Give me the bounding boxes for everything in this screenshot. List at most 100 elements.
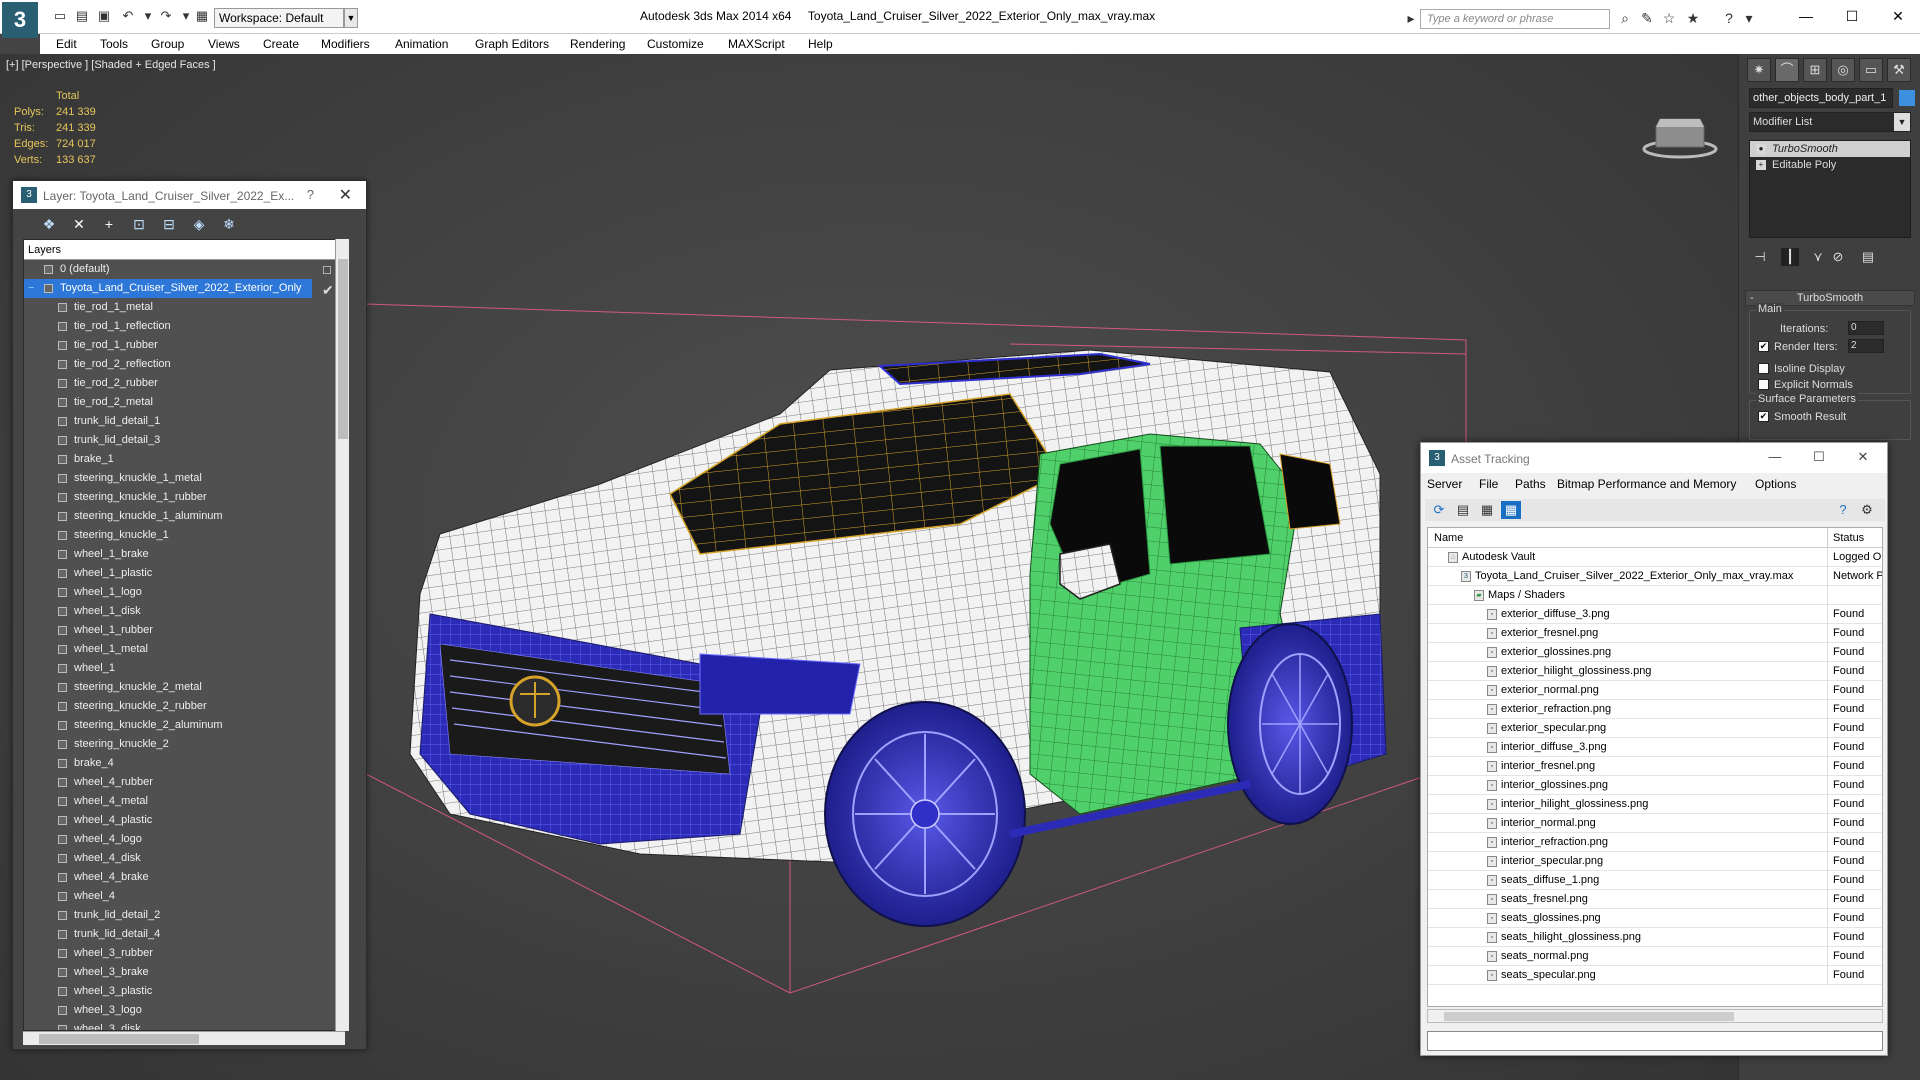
layer-row-default[interactable]: 0 (default) ☐	[24, 260, 334, 279]
make-unique-icon[interactable]: ⋎	[1809, 248, 1827, 266]
layer-horizontal-scrollbar[interactable]	[23, 1031, 345, 1045]
project-folder-icon[interactable]: ▦	[194, 8, 210, 24]
layer-vertical-scrollbar[interactable]	[335, 239, 349, 1031]
minimize-button[interactable]: —	[1765, 449, 1785, 464]
menu-animation[interactable]: Animation	[395, 37, 448, 51]
layer-row[interactable]: tie_rod_2_rubber	[24, 374, 334, 393]
hide-all-layers-icon[interactable]: ◈	[189, 215, 209, 233]
scroll-thumb[interactable]	[39, 1034, 199, 1044]
select-objects-icon[interactable]: ⊡	[129, 215, 149, 233]
minimize-button[interactable]: —	[1786, 4, 1826, 28]
layer-row[interactable]: steering_knuckle_1	[24, 526, 334, 545]
menu-maxscript[interactable]: MAXScript	[728, 37, 785, 51]
lightbulb-icon[interactable]: ●	[1756, 144, 1766, 154]
viewport-label[interactable]: [+] [Perspective ] [Shaded + Edged Faces…	[6, 59, 216, 71]
layer-row[interactable]: wheel_4_logo	[24, 830, 334, 849]
layer-row[interactable]: wheel_3_disk	[24, 1020, 334, 1030]
motion-tab-icon[interactable]: ◎	[1831, 58, 1855, 82]
layer-row[interactable]: tie_rod_2_metal	[24, 393, 334, 412]
expand-plus-icon[interactable]: +	[1756, 160, 1766, 170]
redo-icon[interactable]: ↷	[158, 8, 174, 24]
scroll-thumb[interactable]	[1444, 1012, 1734, 1021]
menu-server[interactable]: Server	[1427, 477, 1462, 491]
layer-row[interactable]: wheel_1_logo	[24, 583, 334, 602]
stack-item-editable-poly[interactable]: + Editable Poly	[1750, 157, 1910, 173]
layer-list[interactable]: Layers 0 (default) ☐ − Toyota_Land_Cruis…	[23, 239, 345, 1031]
close-icon[interactable]: ✕	[339, 185, 352, 205]
hierarchy-tab-icon[interactable]: ⊞	[1803, 58, 1827, 82]
layer-row-selected[interactable]: − Toyota_Land_Cruiser_Silver_2022_Exteri…	[24, 279, 312, 298]
workspace-dropdown[interactable]: Workspace: Default	[214, 8, 344, 28]
current-layer-box[interactable]: ☐	[322, 262, 332, 281]
remove-modifier-icon[interactable]: ⊘	[1829, 248, 1847, 266]
layer-row[interactable]: wheel_3_rubber	[24, 944, 334, 963]
layer-row[interactable]: wheel_1_metal	[24, 640, 334, 659]
vault-options-icon[interactable]: ⚙	[1857, 501, 1877, 519]
layer-row[interactable]: steering_knuckle_2_aluminum	[24, 716, 334, 735]
asset-row[interactable]: ▫ interior_normal.png Found	[1428, 814, 1882, 833]
delete-layer-icon[interactable]: ✕	[69, 215, 89, 233]
object-color-swatch[interactable]	[1899, 90, 1915, 106]
layers-column-header[interactable]: Layers	[24, 240, 344, 260]
menu-edit[interactable]: Edit	[56, 37, 77, 51]
asset-row[interactable]: ▫ exterior_hilight_glossiness.png Found	[1428, 662, 1882, 681]
render-iters-spinner[interactable]: 2	[1848, 339, 1884, 353]
layer-row[interactable]: trunk_lid_detail_2	[24, 906, 334, 925]
thumbnail-view-icon[interactable]: ▦	[1477, 501, 1497, 519]
render-iters-checkbox[interactable]: ✔	[1758, 341, 1769, 352]
layer-row[interactable]: wheel_4_rubber	[24, 773, 334, 792]
iterations-spinner[interactable]: 0	[1848, 321, 1884, 335]
collapse-icon[interactable]: −	[28, 279, 34, 298]
undo-dropdown-icon[interactable]: ▾	[140, 8, 156, 24]
stack-item-turbosmooth[interactable]: ● TurboSmooth	[1750, 141, 1910, 157]
asset-row[interactable]: ▫ exterior_normal.png Found	[1428, 681, 1882, 700]
asset-row[interactable]: ▫ exterior_refraction.png Found	[1428, 700, 1882, 719]
asset-row[interactable]: ▫ seats_hilight_glossiness.png Found	[1428, 928, 1882, 947]
utilities-tab-icon[interactable]: ⚒	[1887, 58, 1911, 82]
highlight-layer-icon[interactable]: ⊟	[159, 215, 179, 233]
create-tab-icon[interactable]: ✷	[1747, 58, 1771, 82]
layer-row[interactable]: steering_knuckle_2	[24, 735, 334, 754]
expand-arrow-icon[interactable]: ▸	[1402, 9, 1420, 27]
asset-row[interactable]: ▫ exterior_fresnel.png Found	[1428, 624, 1882, 643]
favorites-icon[interactable]: ☆	[1660, 9, 1678, 27]
configure-sets-icon[interactable]: ▤	[1859, 248, 1877, 266]
layer-row[interactable]: tie_rod_1_rubber	[24, 336, 334, 355]
smooth-result-checkbox[interactable]: ✔	[1758, 411, 1769, 422]
list-view-icon[interactable]: ▤	[1453, 501, 1473, 519]
close-button[interactable]: ✕	[1853, 449, 1873, 465]
menu-views[interactable]: Views	[208, 37, 240, 51]
menu-customize[interactable]: Customize	[647, 37, 704, 51]
layer-row[interactable]: wheel_1_disk	[24, 602, 334, 621]
asset-row[interactable]: ▫ interior_diffuse_3.png Found	[1428, 738, 1882, 757]
menu-bitmap-performance[interactable]: Bitmap Performance and Memory	[1557, 477, 1736, 491]
layer-row[interactable]: wheel_1	[24, 659, 334, 678]
layer-row[interactable]: brake_1	[24, 450, 334, 469]
freeze-all-layers-icon[interactable]: ❄	[219, 215, 239, 233]
asset-row[interactable]: ▫ seats_normal.png Found	[1428, 947, 1882, 966]
undo-icon[interactable]: ↶	[120, 8, 136, 24]
asset-row[interactable]: ▫ seats_diffuse_1.png Found	[1428, 871, 1882, 890]
asset-horizontal-scrollbar[interactable]	[1427, 1009, 1883, 1023]
binoculars-icon[interactable]: ⌕	[1616, 9, 1634, 27]
chevron-down-icon[interactable]: ▼	[344, 8, 358, 28]
layer-row[interactable]: wheel_4_plastic	[24, 811, 334, 830]
asset-row[interactable]: ⌂ Autodesk Vault Logged O	[1428, 548, 1882, 567]
column-status[interactable]: Status	[1833, 532, 1864, 544]
layer-row[interactable]: wheel_4	[24, 887, 334, 906]
menu-help[interactable]: Help	[808, 37, 833, 51]
asset-path-field[interactable]	[1427, 1031, 1883, 1051]
asset-row[interactable]: ▫ interior_specular.png Found	[1428, 852, 1882, 871]
layer-window-titlebar[interactable]: 3 Layer: Toyota_Land_Cruiser_Silver_2022…	[13, 181, 366, 209]
checkmark-icon[interactable]: ✔	[322, 282, 334, 299]
layer-row[interactable]: tie_rod_1_metal	[24, 298, 334, 317]
layer-row[interactable]: steering_knuckle_1_rubber	[24, 488, 334, 507]
layer-row[interactable]: steering_knuckle_1_aluminum	[24, 507, 334, 526]
menu-group[interactable]: Group	[151, 37, 184, 51]
menu-create[interactable]: Create	[263, 37, 299, 51]
asset-row[interactable]: ▫ exterior_specular.png Found	[1428, 719, 1882, 738]
chevron-down-icon[interactable]: ▼	[1894, 113, 1910, 131]
asset-row[interactable]: ▫ exterior_diffuse_3.png Found	[1428, 605, 1882, 624]
open-file-icon[interactable]: ▤	[74, 8, 90, 24]
layer-row[interactable]: wheel_3_brake	[24, 963, 334, 982]
